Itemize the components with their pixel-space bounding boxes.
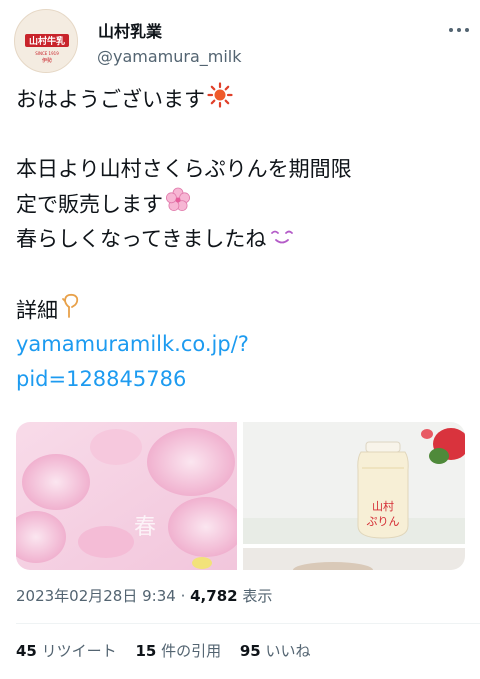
author-name[interactable]: 山村乳業 [98,18,162,42]
quotes-stat[interactable]: 15 件の引用 [135,642,221,660]
sun-emoji [207,82,233,119]
tweet-stats: 45 リツイート 15 件の引用 95 いいね [16,640,325,661]
tweet-header: 山村牛乳 SINCE 1919 伊勢 山村乳業 @yamamura_milk [0,0,480,80]
tweet-line-announce-1: 本日より山村さくらぷりんを期間限 [16,157,352,181]
tweet-line-announce-2: 定で販売します [16,187,191,224]
avatar-logo-text: 山村牛乳 [29,35,65,47]
tweet-link-continued[interactable]: pid=128845786 [16,362,186,397]
smiling-face-emoji [268,223,296,258]
more-options-icon[interactable] [444,18,474,42]
tweet-line-spring: 春らしくなってきましたね [16,222,296,258]
views-count: 4,782 [190,587,238,605]
finger-pointing-down-emoji [60,292,82,331]
retweets-stat[interactable]: 45 リツイート [16,642,117,660]
avatar[interactable]: 山村牛乳 SINCE 1919 伊勢 [14,9,78,73]
media-image-product-bottom[interactable] [243,548,465,570]
media-overlay-text: 春 [134,515,156,540]
tweet-media: 春 山村 ぷりん [16,422,465,570]
tweet-link[interactable]: yamamuramilk.co.jp/? [16,327,249,362]
views-label: 表示 [237,587,273,605]
divider [16,623,480,624]
media-image-pudding-bottle[interactable]: 山村 ぷりん [243,422,465,544]
tweet-meta: 2023年02月28日 9:34 · 4,782 表示 [16,585,272,606]
likes-stat[interactable]: 95 いいね [240,642,311,660]
avatar-since-text: SINCE 1919 [35,51,59,56]
cherry-blossom-emoji [165,187,191,224]
tweet-line-greeting: おはようございます [16,82,233,119]
bottle-label-text-2: ぷりん [367,515,400,528]
tweet-datetime[interactable]: 2023年02月28日 9:34 [16,587,176,605]
meta-separator: · [175,587,191,605]
tweet-line-details: 詳細 [16,292,82,331]
author-handle[interactable]: @yamamura_milk [97,47,242,66]
bottle-label-text: 山村 [372,499,394,513]
media-image-cherry-blossoms[interactable]: 春 [16,422,244,570]
avatar-city-text: 伊勢 [42,57,52,64]
